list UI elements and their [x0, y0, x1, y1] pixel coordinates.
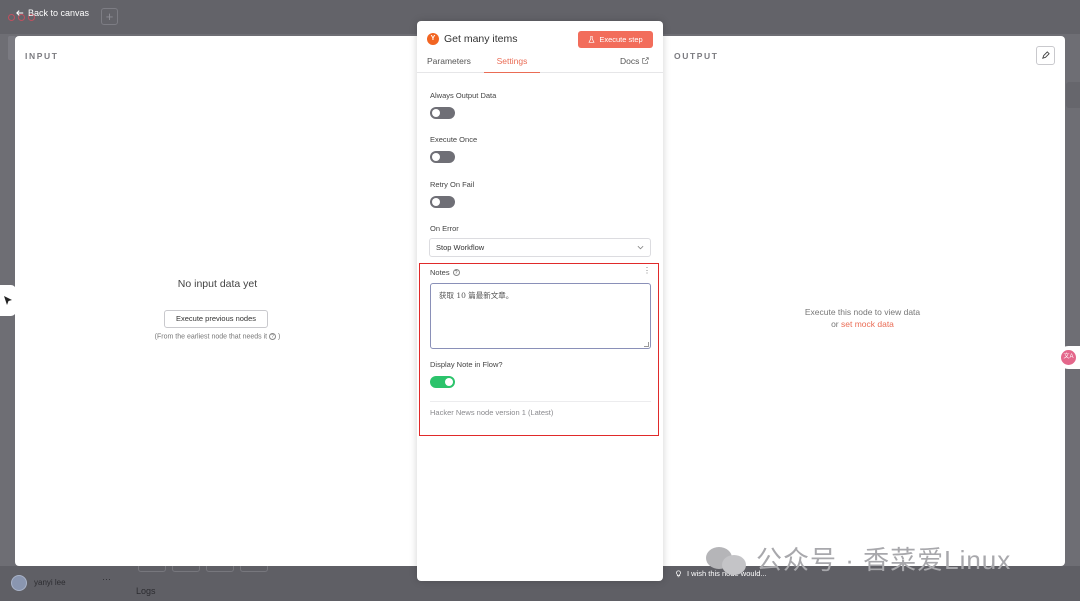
background-canvas-button [206, 566, 234, 572]
docs-label: Docs [620, 56, 640, 66]
user-more-icon: ··· [102, 574, 111, 584]
retry-on-fail-toggle[interactable] [430, 196, 455, 208]
on-error-label: On Error [430, 224, 459, 233]
chevron-down-icon [637, 245, 644, 250]
back-to-canvas-label: Back to canvas [28, 8, 90, 18]
wechat-logo-icon [706, 543, 748, 575]
logs-label: Logs [136, 586, 156, 596]
lightbulb-icon [676, 569, 681, 577]
side-cursor-tab[interactable] [0, 285, 16, 316]
tab-settings[interactable]: Settings [484, 56, 540, 73]
always-output-label: Always Output Data [430, 91, 497, 100]
translate-icon: 文A [1061, 350, 1076, 365]
node-title[interactable]: Get many items [444, 33, 518, 45]
background-canvas-button [138, 566, 166, 572]
output-or-text: or [831, 319, 839, 329]
cursor-icon [4, 296, 12, 305]
output-empty-state: Execute this node to view data or set mo… [660, 306, 1065, 330]
execute-step-button[interactable]: Execute step [578, 31, 653, 48]
arrow-left-icon [16, 10, 24, 16]
external-link-icon [642, 57, 650, 64]
toggle-knob [432, 153, 440, 161]
background-canvas-button [240, 566, 268, 572]
input-panel: INPUT No input data yet Execute previous… [15, 36, 420, 566]
no-input-heading: No input data yet [177, 278, 258, 290]
node-header: Y Get many items [427, 33, 518, 45]
tab-docs[interactable]: Docs [620, 56, 650, 73]
back-to-canvas-link[interactable]: Back to canvas [16, 8, 89, 18]
pencil-icon [1042, 51, 1050, 59]
watermark: 公众号 · 香菜爱Linux [706, 540, 1011, 577]
output-panel: OUTPUT Execute this node to view data or… [660, 36, 1065, 566]
annotation-highlight-box [419, 263, 659, 436]
background-right-tab [1066, 82, 1080, 108]
execute-previous-nodes-button[interactable]: Execute previous nodes [164, 310, 268, 328]
user-name: yanyi lee [34, 578, 66, 587]
input-panel-title: INPUT [25, 51, 59, 61]
execute-once-label: Execute Once [430, 135, 478, 144]
on-error-value: Stop Workflow [436, 243, 485, 252]
user-avatar [11, 575, 27, 591]
execute-step-label: Execute step [599, 35, 643, 44]
node-tabs: Parameters Settings Docs [417, 56, 663, 73]
toggle-knob [432, 198, 440, 206]
input-helper-text: (From the earliest node that needs it ? … [154, 333, 281, 341]
toggle-knob [432, 109, 440, 117]
set-mock-data-link[interactable]: set mock data [841, 319, 894, 329]
background-canvas-button [172, 566, 200, 572]
watermark-text: 公众号 · 香菜爱Linux [756, 545, 1012, 575]
input-helper-label: (From the earliest node that needs it [154, 333, 268, 341]
execute-once-toggle[interactable] [430, 151, 455, 163]
help-icon[interactable]: ? [269, 333, 277, 340]
add-tab-icon: + [101, 8, 118, 25]
output-empty-text: Execute this node to view data [804, 307, 921, 317]
always-output-toggle[interactable] [430, 107, 455, 119]
output-panel-title: OUTPUT [674, 51, 719, 61]
flask-icon [588, 36, 595, 43]
on-error-select[interactable]: Stop Workflow [429, 238, 651, 257]
translate-badge[interactable]: 文A [1057, 346, 1080, 369]
tab-parameters[interactable]: Parameters [427, 56, 471, 73]
edit-output-button[interactable] [1036, 46, 1055, 65]
hacker-news-icon: Y [427, 33, 439, 45]
retry-on-fail-label: Retry On Fail [430, 180, 475, 189]
